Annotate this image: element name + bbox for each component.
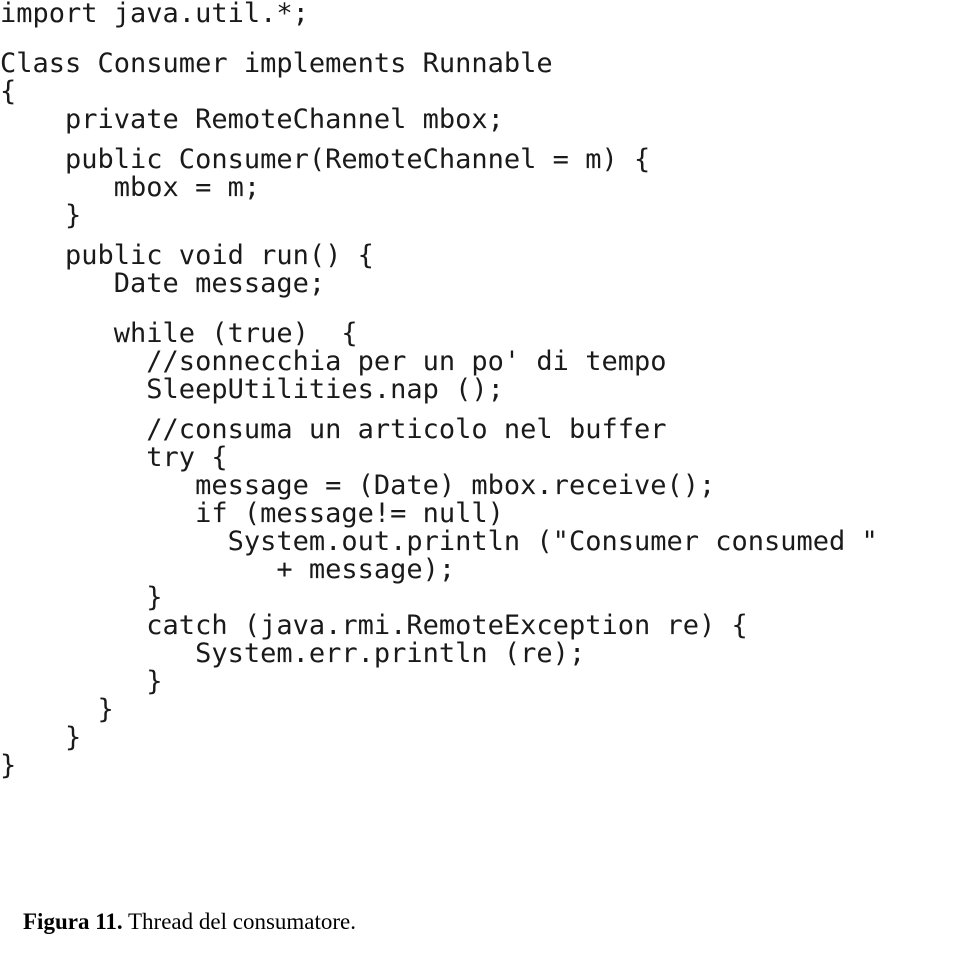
document-page: import java.util.*; Class Consumer implem… bbox=[0, 0, 960, 969]
code-line: catch (java.rmi.RemoteException re) { bbox=[0, 610, 748, 641]
figure-caption-label: Figura 11. bbox=[23, 909, 123, 934]
code-line: import java.util.*; bbox=[0, 0, 309, 29]
code-line: try { bbox=[0, 442, 228, 473]
code-line: System.out.println ("Consumer consumed " bbox=[0, 526, 878, 557]
code-line: } bbox=[0, 666, 163, 697]
java-code-listing: import java.util.*; Class Consumer implem… bbox=[0, 0, 960, 780]
code-line: if (message!= null) bbox=[0, 498, 504, 529]
code-line: Date message; bbox=[0, 268, 326, 299]
code-line: Class Consumer implements Runnable bbox=[0, 48, 553, 79]
code-line: } bbox=[0, 750, 17, 781]
code-line: System.err.println (re); bbox=[0, 638, 586, 669]
figure-caption: Figura 11. Thread del consumatore. bbox=[0, 883, 356, 961]
code-line: public Consumer(RemoteChannel = m) { bbox=[0, 144, 651, 175]
code-line: private RemoteChannel mbox; bbox=[0, 104, 504, 135]
code-line: } bbox=[0, 200, 82, 231]
code-line: //consuma un articolo nel buffer bbox=[0, 414, 667, 445]
code-line: { bbox=[0, 76, 17, 107]
code-line: message = (Date) mbox.receive(); bbox=[0, 470, 716, 501]
figure-caption-text: Thread del consumatore. bbox=[122, 909, 356, 934]
code-line: + message); bbox=[0, 554, 456, 585]
code-line: //sonnecchia per un po' di tempo bbox=[0, 346, 667, 377]
code-line: } bbox=[0, 722, 82, 753]
code-line: } bbox=[0, 694, 114, 725]
code-line: } bbox=[0, 582, 163, 613]
code-line: public void run() { bbox=[0, 240, 374, 271]
code-line: SleepUtilities.nap (); bbox=[0, 374, 504, 405]
code-line: while (true) { bbox=[0, 318, 358, 349]
code-line: mbox = m; bbox=[0, 172, 261, 203]
